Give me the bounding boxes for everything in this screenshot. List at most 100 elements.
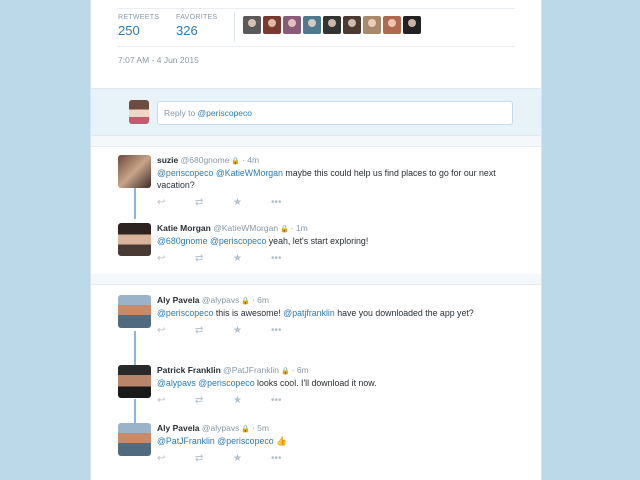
more-icon[interactable]: ••• [271, 253, 309, 264]
tweet-time[interactable]: · 5m [252, 423, 269, 433]
tweet-body: Katie Morgan @KatieWMorgan 🔒 · 1m @680gno… [157, 223, 511, 264]
lock-icon: 🔒 [229, 158, 243, 165]
reply-icon[interactable]: ↩ [157, 453, 195, 464]
author-name[interactable]: suzie [157, 155, 178, 165]
mention-link[interactable]: @periscopeco [198, 378, 254, 388]
reply-icon[interactable]: ↩ [157, 395, 195, 406]
mention-link[interactable]: @patjfranklin [283, 308, 334, 318]
tweet-actions: ↩ ⇄ ★ ••• [157, 253, 511, 264]
tweet-time[interactable]: · 1m [291, 223, 308, 233]
retweet-icon[interactable]: ⇄ [195, 453, 233, 464]
retweet-icon[interactable]: ⇄ [195, 395, 233, 406]
reply-placeholder: Reply to [164, 108, 198, 118]
divider [117, 8, 515, 9]
reply-input[interactable]: Reply to @periscopeco [157, 101, 513, 125]
tweet-text: @periscopeco this is awesome! @patjfrank… [157, 307, 511, 319]
tweet-text: @alypavs @periscopeco looks cool. I'll d… [157, 377, 511, 389]
more-icon[interactable]: ••• [271, 325, 309, 336]
divider [117, 46, 515, 47]
tweet-text: @periscopeco @KatieWMorgan maybe this co… [157, 167, 511, 191]
divider [91, 136, 541, 146]
author-handle[interactable]: @680gnome [181, 155, 230, 165]
avatar[interactable] [118, 155, 151, 188]
author-name[interactable]: Patrick Franklin [157, 365, 221, 375]
reply-mention: @periscopeco [197, 108, 253, 118]
mention-link[interactable]: @periscopeco [157, 308, 213, 318]
retweet-icon[interactable]: ⇄ [195, 325, 233, 336]
tweet-header: Aly Pavela @alypavs 🔒 · 6m [157, 295, 511, 305]
mention-link[interactable]: @KatieWMorgan [216, 168, 283, 178]
reply-icon[interactable]: ↩ [157, 197, 195, 208]
author-name[interactable]: Aly Pavela [157, 423, 200, 433]
thread-line [134, 183, 136, 219]
author-name[interactable]: Katie Morgan [157, 223, 211, 233]
tweet-header: Patrick Franklin @PatJFranklin 🔒 · 6m [157, 365, 511, 375]
tweet-header: Katie Morgan @KatieWMorgan 🔒 · 1m [157, 223, 511, 233]
tweet-body: Aly Pavela @alypavs 🔒 · 6m @periscopeco t… [157, 295, 511, 336]
mention-link[interactable]: @periscopeco [157, 168, 213, 178]
favorite-icon[interactable]: ★ [233, 395, 271, 406]
more-icon[interactable]: ••• [271, 197, 309, 208]
text-segment: looks cool. I'll download it now. [254, 378, 377, 388]
author-handle[interactable]: @KatieWMorgan [213, 223, 278, 233]
author-handle[interactable]: @PatJFranklin [223, 365, 279, 375]
favoriter-avatar[interactable] [383, 16, 401, 34]
reply-icon[interactable]: ↩ [157, 325, 195, 336]
favoriter-avatar[interactable] [363, 16, 381, 34]
lock-icon: 🔒 [239, 426, 252, 433]
tweet-timestamp[interactable]: 7:07 AM - 4 Jun 2015 [118, 55, 199, 65]
retweet-icon[interactable]: ⇄ [195, 253, 233, 264]
thread-line [134, 331, 136, 365]
divider [234, 12, 235, 42]
more-icon[interactable]: ••• [271, 453, 309, 464]
retweets-count[interactable]: 250 [118, 23, 159, 38]
retweets-label: RETWEETS [118, 14, 160, 21]
tweet-header: suzie @680gnome 🔒 · 4m [157, 155, 511, 165]
favorites-count[interactable]: 326 [176, 23, 217, 38]
favoriter-avatar[interactable] [323, 16, 341, 34]
favoriter-avatar[interactable] [263, 16, 281, 34]
text-segment: this is awesome! [213, 308, 284, 318]
retweet-icon[interactable]: ⇄ [195, 197, 233, 208]
mention-link[interactable]: @periscopeco [217, 436, 273, 446]
reply-icon[interactable]: ↩ [157, 253, 195, 264]
thread-line [134, 399, 136, 425]
tweet-text: @680gnome @periscopeco yeah, let's start… [157, 235, 511, 247]
lock-icon: 🔒 [279, 368, 292, 375]
tweet-time[interactable]: · 6m [252, 295, 269, 305]
avatar[interactable] [118, 423, 151, 456]
tweet-time[interactable]: · 6m [292, 365, 309, 375]
lock-icon: 🔒 [278, 226, 291, 233]
author-handle[interactable]: @alypavs [202, 423, 239, 433]
favorite-icon[interactable]: ★ [233, 253, 271, 264]
author-handle[interactable]: @alypavs [202, 295, 239, 305]
mention-link[interactable]: @periscopeco [210, 236, 266, 246]
text-segment: have you downloaded the app yet? [334, 308, 474, 318]
avatar[interactable] [118, 223, 151, 256]
favoriter-avatar[interactable] [303, 16, 321, 34]
favorite-icon[interactable]: ★ [233, 197, 271, 208]
mention-link[interactable]: @alypavs [157, 378, 196, 388]
tweet-body: suzie @680gnome 🔒 · 4m @periscopeco @Kati… [157, 155, 511, 208]
favorites-label: FAVORITES [176, 14, 218, 21]
tweet-detail-panel: RETWEETS 250 FAVORITES 326 7:07 AM - 4 J… [90, 0, 542, 480]
avatar[interactable] [118, 295, 151, 328]
conversation: suzie @680gnome 🔒 · 4m @periscopeco @Kati… [91, 146, 541, 274]
favoriter-avatar[interactable] [403, 16, 421, 34]
favoriter-avatar[interactable] [283, 16, 301, 34]
favorites-stat[interactable]: FAVORITES 326 [176, 14, 217, 38]
favorite-icon[interactable]: ★ [233, 453, 271, 464]
favoriter-avatar[interactable] [343, 16, 361, 34]
more-icon[interactable]: ••• [271, 395, 309, 406]
favoriter-avatar[interactable] [243, 16, 261, 34]
thumbs-up-icon: 👍 [276, 436, 288, 446]
mention-link[interactable]: @PatJFranklin [157, 436, 215, 446]
lock-icon: 🔒 [239, 298, 252, 305]
retweets-stat[interactable]: RETWEETS 250 [118, 14, 159, 38]
mention-link[interactable]: @680gnome [157, 236, 208, 246]
author-name[interactable]: Aly Pavela [157, 295, 200, 305]
tweet-time[interactable]: · 4m [242, 155, 259, 165]
reply-bar: Reply to @periscopeco [91, 88, 541, 136]
avatar[interactable] [118, 365, 151, 398]
favorite-icon[interactable]: ★ [233, 325, 271, 336]
